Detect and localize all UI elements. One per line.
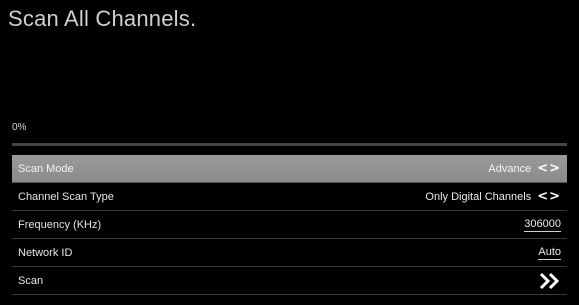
left-right-arrows-icon[interactable]: <> (537, 161, 561, 176)
menu-row-scan[interactable]: Scan (12, 267, 567, 295)
network-id-value-group: Auto (538, 246, 561, 260)
frequency-value-group: 306000 (524, 218, 561, 232)
scan-settings-menu: Scan Mode Advance <> Channel Scan Type O… (12, 155, 567, 295)
network-id-input[interactable]: Auto (538, 246, 561, 260)
frequency-input[interactable]: 306000 (524, 218, 561, 232)
progress-bar (12, 143, 567, 146)
left-right-arrows-icon[interactable]: <> (537, 189, 561, 204)
scan-label: Scan (18, 274, 44, 287)
menu-row-network-id[interactable]: Network ID Auto (12, 239, 567, 267)
menu-row-scan-mode[interactable]: Scan Mode Advance <> (12, 155, 567, 183)
scan-mode-value-group: Advance <> (488, 161, 561, 176)
network-id-label: Network ID (18, 246, 73, 259)
scan-mode-value: Advance (488, 162, 532, 175)
tv-scan-screen: Scan All Channels. 0% Scan Mode Advance … (0, 0, 579, 305)
page-title: Scan All Channels. (8, 6, 197, 31)
channel-scan-type-label: Channel Scan Type (18, 190, 114, 203)
menu-row-frequency[interactable]: Frequency (KHz) 306000 (12, 211, 567, 239)
channel-scan-type-value: Only Digital Channels (425, 190, 532, 203)
channel-scan-type-value-group: Only Digital Channels <> (425, 189, 561, 204)
progress-percent-label: 0% (12, 122, 27, 133)
frequency-label: Frequency (KHz) (18, 218, 102, 231)
double-chevron-right-icon[interactable] (539, 272, 561, 290)
menu-row-channel-scan-type[interactable]: Channel Scan Type Only Digital Channels … (12, 183, 567, 211)
scan-mode-label: Scan Mode (18, 162, 74, 175)
